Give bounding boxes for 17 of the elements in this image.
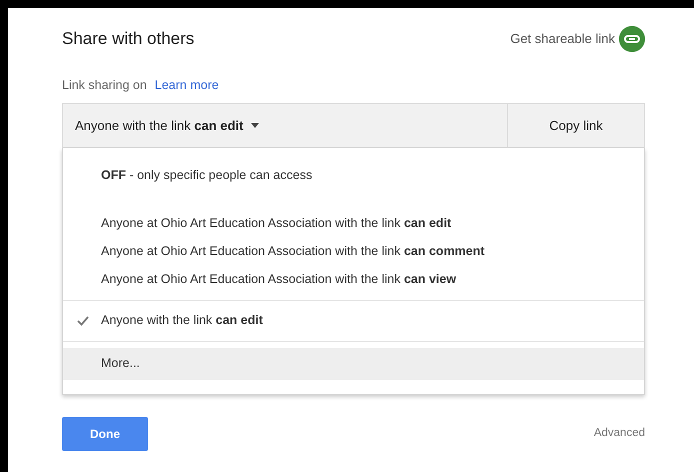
access-dropdown[interactable]: Anyone with the link can edit [63,104,507,147]
menu-option[interactable]: Anyone with the link can edit [63,306,644,335]
menu-option[interactable]: Anyone at Ohio Art Education Association with the link can view [63,266,644,294]
learn-more-link[interactable]: Learn more [154,76,219,95]
menu-option[interactable]: Anyone at Ohio Art Education Association with the link can comment [63,238,644,266]
link-sharing-status: Link sharing on [62,77,147,94]
menu-option[interactable]: More... [63,348,644,380]
get-shareable-link[interactable]: Get shareable link [510,29,615,49]
done-button[interactable]: Done [62,416,148,451]
dialog-title: Share with others [62,28,194,50]
advanced-link[interactable]: Advanced [594,425,645,442]
menu-option[interactable]: Anyone at Ohio Art Education Association with the link can edit [63,210,644,238]
copy-link-button[interactable]: Copy link [507,104,644,147]
check-icon [77,316,89,326]
caret-icon [251,122,260,128]
menu-option[interactable]: OFF - only specific people can access [63,162,644,190]
link-icon[interactable] [619,26,645,52]
